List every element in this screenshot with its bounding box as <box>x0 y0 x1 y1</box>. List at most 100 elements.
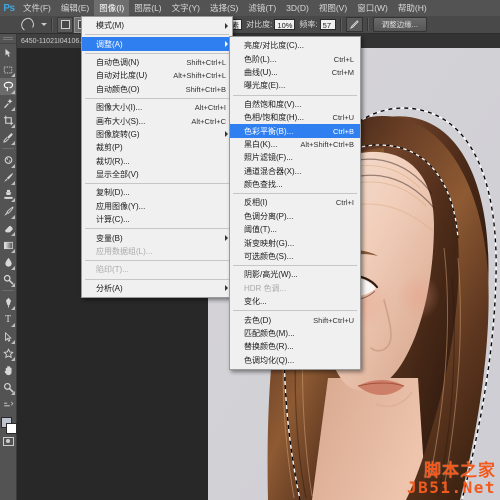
image-menu-item-label-13: 显示全部(V) <box>96 170 139 180</box>
menu-bar-item-8[interactable]: 视图(V) <box>314 0 352 16</box>
adjustments-menu-item-25[interactable]: 替换颜色(R)... <box>230 340 360 353</box>
color-swatches[interactable] <box>0 415 17 435</box>
adjustments-menu-item-shortcut-6: Ctrl+U <box>332 113 354 123</box>
image-menu-item-8[interactable]: 图像大小(I)... Alt+Ctrl+I <box>82 101 232 114</box>
adjustments-menu-item-label-3: 曝光度(E)... <box>244 81 286 91</box>
image-menu-item-24[interactable]: 分析(A) <box>82 282 232 295</box>
image-menu-item-9[interactable]: 画布大小(S)... Alt+Ctrl+C <box>82 114 232 127</box>
gradient-tool[interactable] <box>0 237 16 254</box>
menu-bar-item-10[interactable]: 帮助(H) <box>393 0 432 16</box>
watermark: 脚本之家 JB51.Net <box>407 463 496 496</box>
adjustments-menu-item-8[interactable]: 黑白(K)... Alt+Shift+Ctrl+B <box>230 138 360 151</box>
menu-bar-item-4[interactable]: 文字(Y) <box>167 0 205 16</box>
image-menu-item-5[interactable]: 自动对比度(U) Alt+Shift+Ctrl+L <box>82 69 232 82</box>
blur-tool[interactable] <box>0 254 16 271</box>
adjustments-menu-item-3[interactable]: 曝光度(E)... <box>230 79 360 92</box>
adjustments-submenu-dropdown[interactable]: 亮度/对比度(C)... 色阶(L)... Ctrl+L 曲线(U)... Ctrl+M… <box>229 36 361 370</box>
eyedropper-tool[interactable] <box>0 129 16 146</box>
adjustments-menu-item-7[interactable]: 色彩平衡(B)... Ctrl+B <box>230 124 360 138</box>
adjustments-menu-item-24[interactable]: 匹配颜色(M)... <box>230 327 360 340</box>
refine-edge-button[interactable]: 调整边缘... <box>372 17 427 32</box>
frequency-input[interactable]: 57 <box>319 19 336 30</box>
adjustments-menu-item-label-13: 反相(I) <box>244 198 268 208</box>
pen-pressure-icon[interactable] <box>345 17 363 32</box>
image-menu-item-17[interactable]: 计算(C)... <box>82 213 232 226</box>
adjustments-menu-item-9[interactable]: 照片滤镜(F)... <box>230 151 360 164</box>
custom-shape-tool[interactable] <box>0 345 16 362</box>
image-menu-item-4[interactable]: 自动色调(N) Shift+Ctrl+L <box>82 56 232 69</box>
menu-bar-item-9[interactable]: 窗口(W) <box>352 0 393 16</box>
history-brush-tool[interactable] <box>0 203 16 220</box>
edit-toolbar-button[interactable] <box>0 396 16 413</box>
eraser-tool[interactable] <box>0 220 16 237</box>
adjustments-menu-item-13[interactable]: 反相(I) Ctrl+I <box>230 196 360 209</box>
adjustments-menu-item-14[interactable]: 色调分离(P)... <box>230 210 360 223</box>
image-menu-item-11[interactable]: 裁剪(P) <box>82 141 232 154</box>
image-menu-item-16[interactable]: 应用图像(Y)... <box>82 200 232 213</box>
image-menu-item-6[interactable]: 自动颜色(O) Shift+Ctrl+B <box>82 83 232 96</box>
adjustments-menu-item-23[interactable]: 去色(D) Shift+Ctrl+U <box>230 313 360 326</box>
quick-selection-tool[interactable] <box>0 95 16 112</box>
adjustments-menu-item-label-9: 照片滤镜(F)... <box>244 153 293 163</box>
image-menu-item-0[interactable]: 模式(M) <box>82 19 232 32</box>
adjustments-menu-item-16[interactable]: 渐变映射(G)... <box>230 236 360 249</box>
document-tab[interactable]: 6450-11021I04106... <box>16 34 92 48</box>
image-menu-item-2[interactable]: 调整(A) <box>82 37 232 51</box>
magnetic-lasso-icon[interactable] <box>16 16 38 34</box>
adjustments-menu-item-10[interactable]: 通道混合器(X)... <box>230 165 360 178</box>
contrast-input[interactable]: 10% <box>274 19 296 30</box>
image-menu-item-submenu-arrow-icon-19 <box>225 235 228 242</box>
clone-stamp-tool[interactable] <box>0 186 16 203</box>
adjustments-menu-separator-12 <box>233 193 357 195</box>
image-menu-item-label-19: 变量(B) <box>96 233 123 243</box>
adjustments-menu-item-5[interactable]: 自然饱和度(V)... <box>230 98 360 111</box>
menu-bar-item-6[interactable]: 滤镜(T) <box>243 0 281 16</box>
menu-bar-item-2[interactable]: 图像(I) <box>94 0 130 16</box>
menu-bar-item-3[interactable]: 图层(L) <box>129 0 166 16</box>
options-divider <box>51 18 53 31</box>
rectangular-marquee-tool[interactable] <box>0 61 16 78</box>
adjustments-menu-item-label-6: 色相/饱和度(H)... <box>244 113 304 123</box>
pen-tool[interactable] <box>0 294 16 311</box>
adjustments-menu-item-6[interactable]: 色相/饱和度(H)... Ctrl+U <box>230 111 360 124</box>
adjustments-menu-item-0[interactable]: 亮度/对比度(C)... <box>230 39 360 52</box>
adjustments-menu-item-2[interactable]: 曲线(U)... Ctrl+M <box>230 66 360 79</box>
brush-tool[interactable] <box>0 169 16 186</box>
path-selection-tool[interactable] <box>0 328 16 345</box>
dodge-tool[interactable] <box>0 271 16 288</box>
adjustments-menu-item-15[interactable]: 阈值(T)... <box>230 223 360 236</box>
new-selection-button[interactable] <box>57 16 73 33</box>
image-menu-item-13[interactable]: 显示全部(V) <box>82 168 232 181</box>
adjustments-menu-item-1[interactable]: 色阶(L)... Ctrl+L <box>230 52 360 65</box>
menu-bar-item-5[interactable]: 选择(S) <box>205 0 243 16</box>
options-bar: 羽化: 0 像素 宽度: 10 像素 对比度: 10% 频率: 57 调整边缘.… <box>0 16 500 34</box>
contrast-label: 对比度: <box>246 20 273 29</box>
adjustments-menu-item-17[interactable]: 可选颜色(S)... <box>230 250 360 263</box>
menu-bar-item-7[interactable]: 3D(D) <box>281 0 314 16</box>
adjustments-menu-item-26[interactable]: 色调均化(Q)... <box>230 354 360 367</box>
image-menu-item-15[interactable]: 复制(D)... <box>82 186 232 199</box>
move-tool[interactable] <box>0 44 16 61</box>
adjustments-menu-item-19[interactable]: 阴影/高光(W)... <box>230 268 360 281</box>
crop-tool[interactable] <box>0 112 16 129</box>
quick-mask-button[interactable] <box>0 435 16 447</box>
adjustments-menu-item-21[interactable]: 变化... <box>230 295 360 308</box>
image-menu-item-19[interactable]: 变量(B) <box>82 231 232 244</box>
image-menu-item-submenu-arrow-icon-0 <box>225 22 228 29</box>
tool-preset-chevron-down-icon[interactable] <box>41 23 47 26</box>
spot-healing-brush-tool[interactable] <box>0 152 16 169</box>
tools-panel-grip[interactable] <box>0 34 16 44</box>
background-color-swatch[interactable] <box>6 423 17 434</box>
lasso-tool[interactable] <box>0 78 16 95</box>
menu-bar-item-1[interactable]: 编辑(E) <box>56 0 94 16</box>
hand-tool[interactable] <box>0 362 16 379</box>
image-menu-item-12[interactable]: 裁切(R)... <box>82 155 232 168</box>
image-menu-item-label-15: 复制(D)... <box>96 188 130 198</box>
image-menu-dropdown[interactable]: 模式(M) 调整(A) 自动色调(N) Shift+Ctrl+L 自动对比度(U) Alt… <box>81 16 233 299</box>
type-tool[interactable]: T <box>0 311 16 328</box>
image-menu-item-label-17: 计算(C)... <box>96 215 130 225</box>
image-menu-item-10[interactable]: 图像旋转(G) <box>82 128 232 141</box>
menu-bar-item-0[interactable]: 文件(F) <box>18 0 56 16</box>
zoom-tool[interactable] <box>0 379 16 396</box>
adjustments-menu-item-11[interactable]: 颜色查找... <box>230 178 360 191</box>
